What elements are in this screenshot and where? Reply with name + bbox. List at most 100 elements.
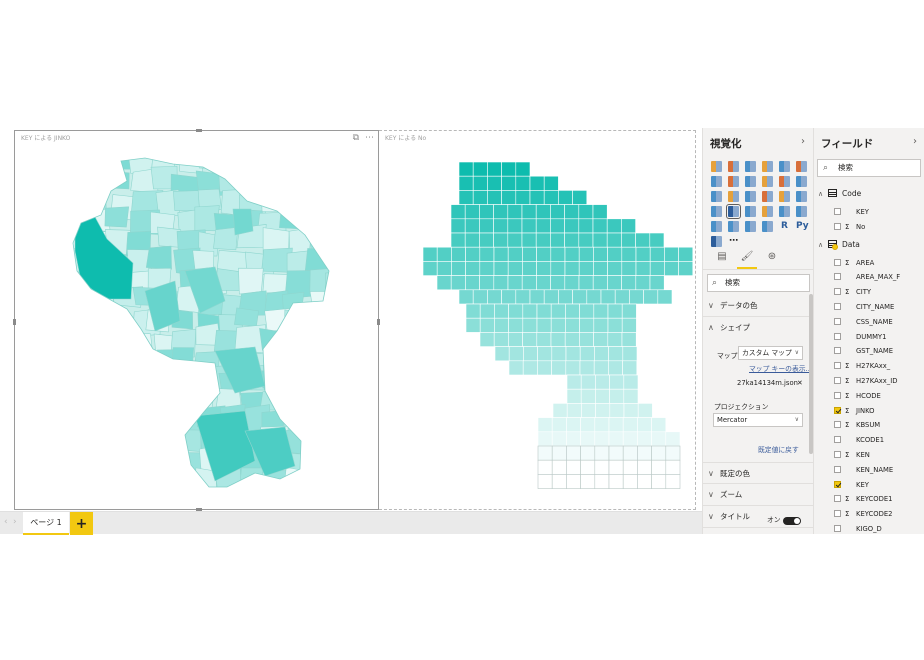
ribbon-chart-icon[interactable] bbox=[796, 176, 807, 187]
field-hcode[interactable]: Σ HCODE bbox=[834, 389, 881, 404]
field-css-name[interactable]: CSS_NAME bbox=[834, 315, 893, 330]
field-checkbox[interactable] bbox=[834, 421, 841, 429]
stacked-column-icon[interactable] bbox=[728, 161, 739, 172]
map-icon[interactable] bbox=[796, 191, 807, 202]
resize-handle-top[interactable] bbox=[196, 129, 202, 132]
next-page-icon[interactable]: › bbox=[13, 517, 17, 527]
title-toggle-switch[interactable] bbox=[783, 517, 801, 525]
kpi-icon[interactable] bbox=[711, 221, 722, 232]
section-shape[interactable]: ∧ シェイプ bbox=[703, 317, 813, 339]
field-keycode1[interactable]: Σ KEYCODE1 bbox=[834, 492, 892, 507]
r-visual-icon[interactable]: R bbox=[779, 221, 790, 232]
field-checkbox[interactable] bbox=[834, 303, 841, 310]
stacked-bar-icon[interactable] bbox=[711, 161, 722, 172]
gauge-icon[interactable] bbox=[762, 206, 773, 217]
multirow-card-icon[interactable] bbox=[796, 206, 807, 217]
remove-file-icon[interactable]: ✕ bbox=[797, 379, 803, 387]
field-checkbox[interactable] bbox=[834, 273, 841, 281]
field-area[interactable]: Σ AREA bbox=[834, 256, 874, 271]
field-kbsum[interactable]: Σ KBSUM bbox=[834, 418, 880, 433]
field-checkbox[interactable] bbox=[834, 480, 841, 488]
globe-icon[interactable] bbox=[711, 236, 722, 247]
collapse-chevron-icon[interactable]: › bbox=[913, 136, 917, 147]
field-ken[interactable]: Σ KEN bbox=[834, 448, 870, 463]
field-key[interactable]: KEY bbox=[834, 205, 869, 220]
section-default-color[interactable]: ∨ 既定の色 bbox=[703, 462, 813, 484]
field-checkbox[interactable] bbox=[834, 317, 841, 325]
field-city-name[interactable]: CITY_NAME bbox=[834, 300, 894, 315]
100-bar-icon[interactable] bbox=[779, 161, 790, 172]
slicer-icon[interactable] bbox=[728, 221, 739, 232]
reset-to-default-link[interactable]: 既定値に戻す bbox=[758, 444, 799, 454]
table-icon[interactable] bbox=[745, 221, 756, 232]
fields-well-tab-icon[interactable]: ▤ bbox=[712, 251, 732, 269]
field-checkbox[interactable] bbox=[834, 391, 841, 399]
map-select[interactable]: カスタム マップ ∨ bbox=[738, 346, 803, 360]
field-checkbox[interactable] bbox=[834, 258, 841, 266]
shape-map-icon[interactable] bbox=[726, 204, 741, 219]
grid-map-no[interactable] bbox=[379, 131, 696, 511]
filled-map-visual-jinko[interactable]: KEY による JINKO ⧉ ⋯ bbox=[13, 129, 380, 511]
filled-map-visual-no[interactable]: KEY による No bbox=[379, 130, 696, 510]
field-checkbox[interactable] bbox=[834, 288, 841, 296]
line-column-icon[interactable] bbox=[762, 176, 773, 187]
table-data[interactable]: ∧ Data bbox=[818, 238, 860, 252]
field-checkbox[interactable] bbox=[834, 208, 841, 215]
field-ken-name[interactable]: KEN_NAME bbox=[834, 463, 893, 478]
analytics-tab-icon[interactable]: ⊛ bbox=[762, 251, 782, 269]
field-area-max-f[interactable]: AREA_MAX_F bbox=[834, 270, 900, 285]
field-checkbox[interactable] bbox=[834, 510, 841, 518]
field-checkbox[interactable] bbox=[834, 362, 841, 370]
100-column-icon[interactable] bbox=[796, 161, 807, 172]
treemap-icon[interactable] bbox=[779, 191, 790, 202]
clustered-bar-icon[interactable] bbox=[745, 161, 756, 172]
pie-chart-icon[interactable] bbox=[745, 191, 756, 202]
field-city[interactable]: Σ CITY bbox=[834, 285, 871, 300]
field-checkbox[interactable] bbox=[834, 525, 841, 532]
field-checkbox[interactable] bbox=[834, 465, 841, 473]
matrix-icon[interactable] bbox=[762, 221, 773, 232]
table-code[interactable]: ∧ Code bbox=[818, 187, 861, 201]
donut-chart-icon[interactable] bbox=[762, 191, 773, 202]
field-checkbox[interactable] bbox=[834, 436, 841, 444]
field-checkbox[interactable] bbox=[834, 347, 841, 355]
card-icon[interactable] bbox=[779, 206, 790, 217]
field-keycode2[interactable]: Σ KEYCODE2 bbox=[834, 507, 892, 522]
line-chart-icon[interactable] bbox=[711, 176, 722, 187]
field-jinko[interactable]: Σ JINKO bbox=[834, 404, 875, 419]
field-dummy1[interactable]: DUMMY1 bbox=[834, 330, 886, 345]
field-checkbox[interactable] bbox=[834, 406, 841, 414]
field-checkbox[interactable] bbox=[834, 332, 841, 340]
field-checkbox[interactable] bbox=[834, 495, 841, 503]
collapse-chevron-icon[interactable]: › bbox=[801, 136, 805, 147]
clustered-column-icon[interactable] bbox=[762, 161, 773, 172]
more-visuals-icon[interactable]: ⋯ bbox=[728, 236, 739, 247]
waterfall-icon[interactable] bbox=[711, 191, 722, 202]
field-kigo-d[interactable]: KIGO_D bbox=[834, 522, 882, 534]
format-search-input[interactable]: ⌕ 検索 bbox=[707, 274, 810, 292]
area-chart-icon[interactable] bbox=[728, 176, 739, 187]
section-data-colors[interactable]: ∨ データの色 bbox=[703, 295, 813, 317]
custom-map-jinko[interactable] bbox=[15, 131, 380, 511]
funnel-icon[interactable] bbox=[745, 206, 756, 217]
format-paint-roller-tab-icon[interactable]: 🖌 bbox=[737, 251, 757, 269]
field-checkbox[interactable] bbox=[834, 451, 841, 458]
field-gst-name[interactable]: GST_NAME bbox=[834, 344, 893, 359]
python-visual-icon[interactable]: Py bbox=[796, 221, 809, 232]
field-no[interactable]: Σ No bbox=[834, 220, 865, 235]
field-h27kaxx-[interactable]: Σ H27KAxx_ bbox=[834, 359, 890, 374]
field-kcode1[interactable]: KCODE1 bbox=[834, 433, 884, 448]
section-zoom[interactable]: ∨ ズーム bbox=[703, 484, 813, 506]
fields-search-input[interactable]: ⌕ 検索 bbox=[817, 159, 921, 177]
show-map-key-link[interactable]: マップ キーの表示... bbox=[749, 363, 812, 373]
field-key[interactable]: KEY bbox=[834, 478, 869, 493]
field-checkbox[interactable] bbox=[834, 222, 841, 230]
resize-handle-left[interactable] bbox=[13, 319, 16, 325]
filled-map-icon[interactable] bbox=[711, 206, 722, 217]
projection-select[interactable]: Mercator ∨ bbox=[713, 413, 803, 427]
prev-page-icon[interactable]: ‹ bbox=[4, 517, 8, 527]
line-clustered-icon[interactable] bbox=[779, 176, 790, 187]
field-h27kaxx-id[interactable]: Σ H27KAxx_ID bbox=[834, 374, 897, 389]
stacked-area-icon[interactable] bbox=[745, 176, 756, 187]
add-page-button[interactable]: + bbox=[70, 512, 93, 535]
